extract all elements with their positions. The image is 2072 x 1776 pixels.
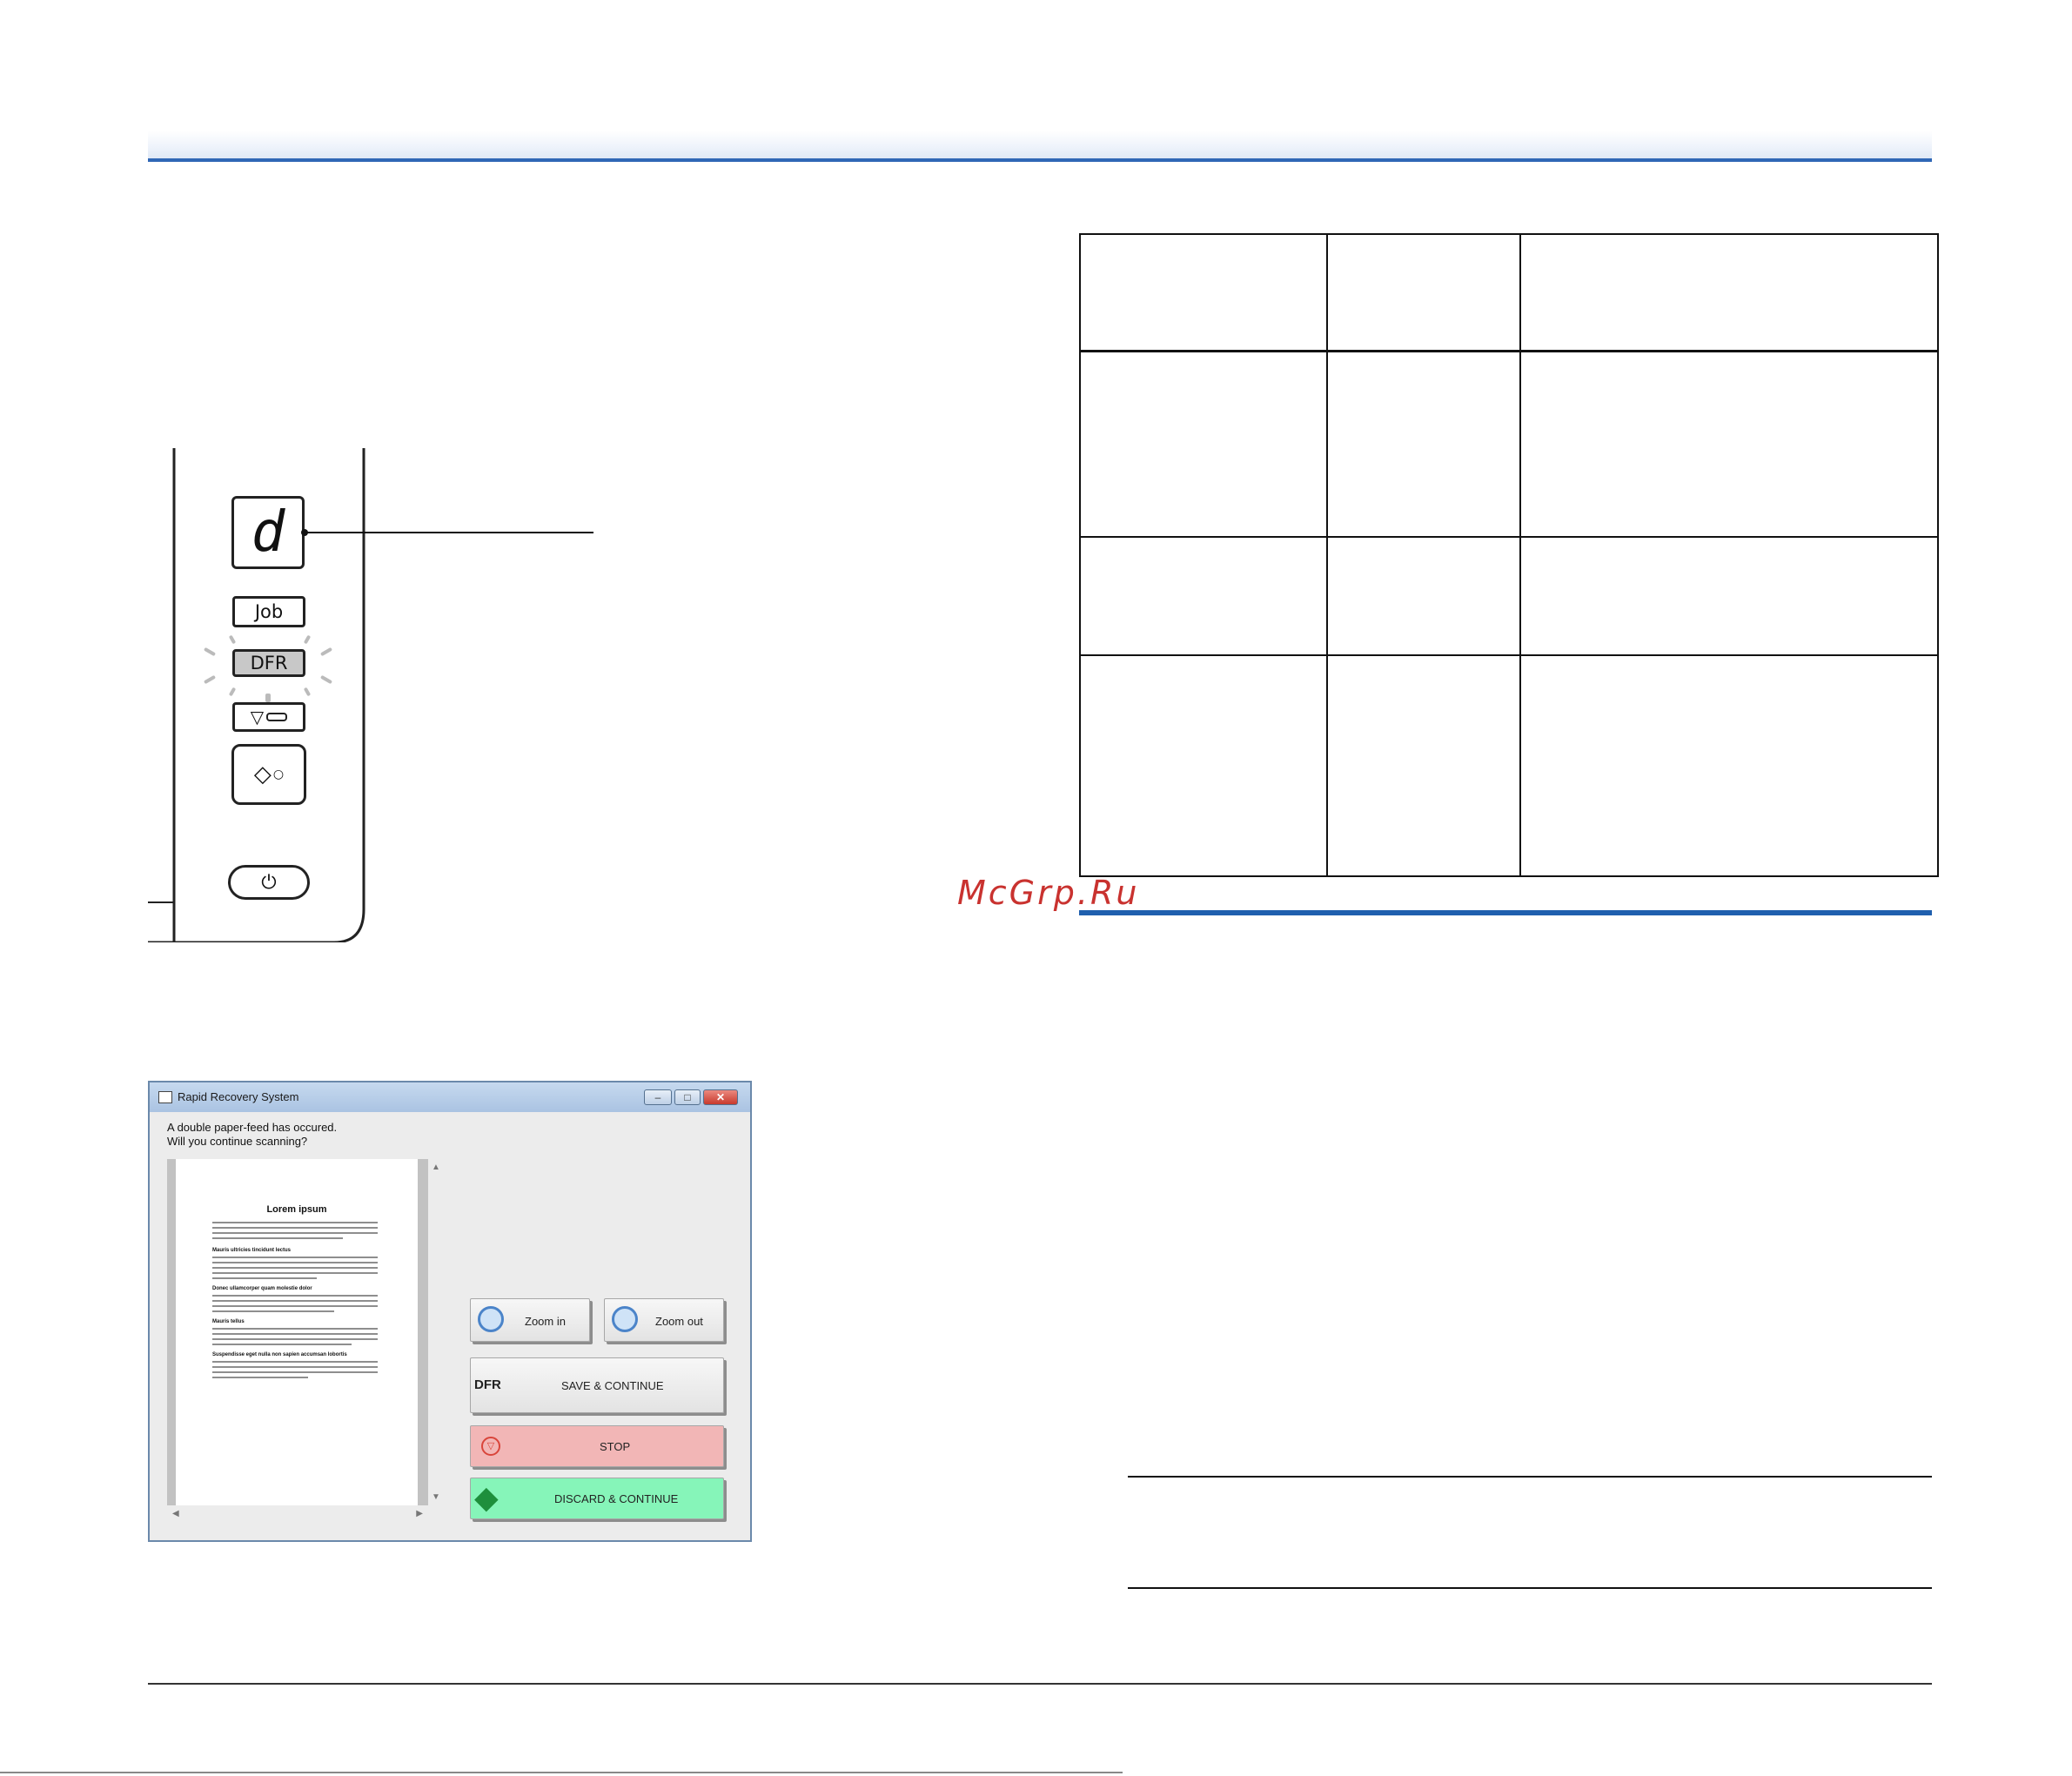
stop-dialog-button[interactable]: ▽ STOP: [470, 1425, 724, 1467]
blink-indicator: [265, 694, 271, 702]
start-button[interactable]: ◇ ○: [231, 744, 306, 805]
app-icon: [158, 1091, 172, 1103]
table-header-rule: [1081, 350, 1937, 352]
footer-rule: [148, 1683, 1932, 1685]
preview-text-line: [212, 1338, 378, 1340]
preview-text-line: [212, 1377, 308, 1378]
preview-text-line: [212, 1366, 378, 1368]
zoom-in-label: Zoom in: [525, 1315, 566, 1328]
preview-text-line: [212, 1237, 343, 1239]
display-leader-line: [306, 532, 593, 533]
preview-text-line: [212, 1295, 378, 1297]
discard-continue-label: DISCARD & CONTINUE: [554, 1492, 679, 1505]
stop-label: STOP: [600, 1440, 631, 1453]
preview-text-line: [212, 1232, 378, 1234]
dialog-message-line1: A double paper-feed has occured.: [167, 1121, 338, 1134]
maximize-button[interactable]: □: [674, 1089, 701, 1105]
rapid-recovery-dialog: Rapid Recovery System – □ ✕ A double pap…: [148, 1081, 752, 1542]
power-button[interactable]: ⏻: [228, 865, 310, 900]
preview-text-line: [212, 1267, 378, 1269]
power-icon: ⏻: [261, 871, 277, 894]
preview-text-line: [212, 1328, 378, 1330]
dialog-title: Rapid Recovery System: [178, 1090, 299, 1103]
count-display: d: [231, 496, 305, 569]
stop-icon: ▽: [250, 707, 265, 727]
preview-text-line: [212, 1361, 378, 1363]
vertical-scrollbar[interactable]: ▲ ▼: [428, 1159, 444, 1525]
preview-text-line: [212, 1371, 378, 1373]
preview-subheading: Mauris ultricies tincidunt lectus: [212, 1248, 292, 1253]
scroll-down-icon[interactable]: ▼: [432, 1492, 440, 1502]
zoom-out-label: Zoom out: [655, 1315, 703, 1328]
save-continue-label: SAVE & CONTINUE: [561, 1379, 664, 1392]
preview-text-line: [212, 1262, 378, 1263]
scroll-up-icon[interactable]: ▲: [432, 1163, 440, 1172]
spec-table: [1079, 233, 1939, 877]
note-rule-top: [1128, 1476, 1932, 1478]
magnifier-icon: [478, 1306, 504, 1332]
preview-text-line: [212, 1272, 378, 1274]
preview-text-line: [212, 1257, 378, 1258]
operation-panel-illustration: d Job DFR ▽ ◇ ○ ⏻: [148, 448, 593, 942]
start-icon: ◆: [474, 1479, 499, 1515]
stop-led: [266, 713, 288, 721]
job-button[interactable]: Job: [232, 596, 305, 627]
dfr-button[interactable]: DFR: [232, 649, 305, 677]
preview-subheading: Suspendisse eget nulla non sapien accums…: [212, 1352, 347, 1357]
header-rule: [148, 158, 1932, 162]
preview-text-line: [212, 1305, 378, 1307]
preview-pane[interactable]: Lorem ipsum Mauris ultricies tincidunt l…: [167, 1159, 444, 1525]
preview-subheading: Donec ullamcorper quam molestie dolor: [212, 1286, 312, 1291]
dialog-message-line2: Will you continue scanning?: [167, 1135, 308, 1148]
scroll-right-icon[interactable]: ▶: [416, 1509, 423, 1518]
section-rule: [1079, 910, 1932, 915]
zoom-out-button[interactable]: Zoom out: [604, 1298, 724, 1342]
close-icon: ✕: [715, 1091, 726, 1103]
magnifier-icon: [612, 1306, 638, 1332]
preview-page: Lorem ipsum Mauris ultricies tincidunt l…: [176, 1159, 418, 1505]
display-digit: d: [251, 500, 285, 565]
job-label: Job: [254, 601, 284, 622]
minimize-button[interactable]: –: [644, 1089, 672, 1105]
stop-icon: ▽: [481, 1437, 500, 1456]
table-row-divider: [1081, 536, 1937, 538]
preview-heading: Lorem ipsum: [266, 1204, 327, 1215]
preview-text-line: [212, 1222, 378, 1223]
maximize-icon: □: [684, 1091, 691, 1103]
table-col-divider: [1519, 235, 1521, 875]
dialog-titlebar: Rapid Recovery System – □ ✕: [150, 1082, 750, 1112]
preview-text-line: [212, 1277, 317, 1279]
table-row-divider: [1081, 654, 1937, 656]
dfr-label: DFR: [250, 653, 288, 674]
discard-continue-button[interactable]: ◆ DISCARD & CONTINUE: [470, 1478, 724, 1519]
stop-button[interactable]: ▽: [232, 702, 305, 732]
preview-text-line: [212, 1310, 334, 1312]
preview-text-line: [212, 1227, 378, 1229]
watermark: McGrp.Ru: [957, 874, 1140, 912]
preview-text-line: [212, 1300, 378, 1302]
header-band: [148, 131, 1932, 158]
start-led: ○: [272, 767, 285, 781]
start-icon: ◇: [253, 761, 272, 787]
save-continue-button[interactable]: DFR SAVE & CONTINUE: [470, 1357, 724, 1413]
preview-text-line: [212, 1344, 352, 1345]
bottom-rule: [0, 1772, 1123, 1773]
preview-subheading: Mauris tellus: [212, 1319, 245, 1324]
note-rule-bottom: [1128, 1587, 1932, 1589]
preview-text-line: [212, 1333, 378, 1335]
minimize-icon: –: [654, 1091, 661, 1103]
horizontal-scrollbar[interactable]: ◀ ▶: [167, 1505, 428, 1525]
dfr-tag: DFR: [474, 1377, 501, 1392]
table-col-divider: [1326, 235, 1328, 875]
close-button[interactable]: ✕: [703, 1089, 738, 1105]
zoom-in-button[interactable]: Zoom in: [470, 1298, 590, 1342]
scroll-left-icon[interactable]: ◀: [172, 1509, 179, 1518]
